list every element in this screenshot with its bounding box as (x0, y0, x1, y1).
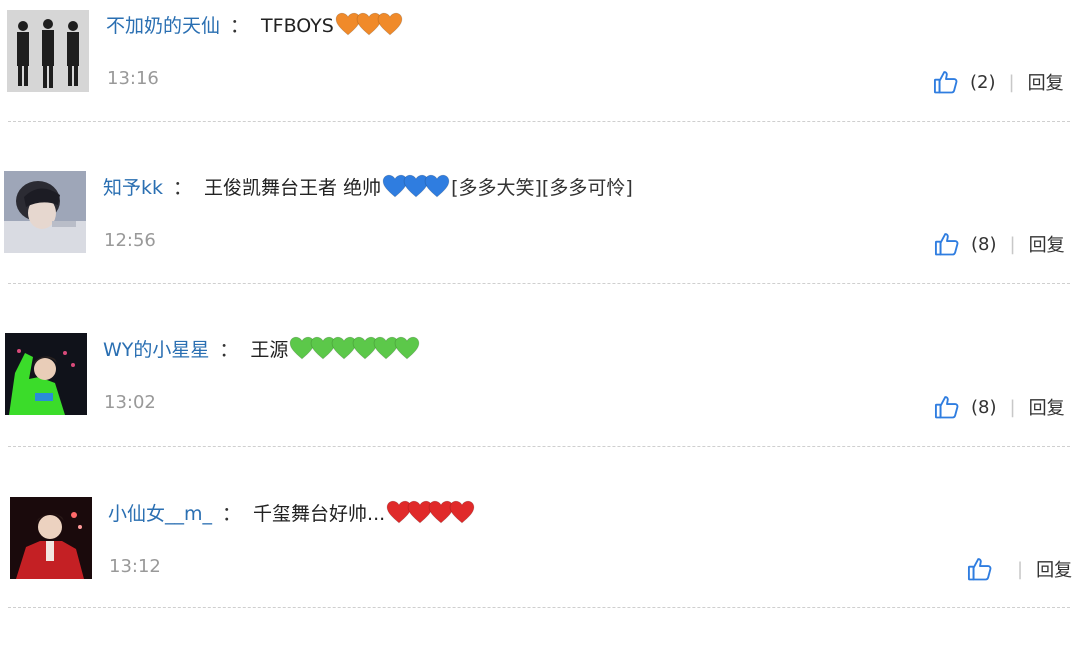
username-link[interactable]: 知予kk (103, 177, 163, 199)
thumbs-up-icon[interactable] (966, 555, 994, 583)
comment-actions: (8) | 回复 (933, 392, 1065, 422)
comment-body: 不加奶的天仙 ： TFBOYS (106, 12, 403, 43)
avatar[interactable] (7, 10, 89, 92)
divider (8, 607, 1070, 608)
divider (8, 446, 1070, 447)
divider (8, 283, 1070, 284)
reply-button[interactable]: 回复 (1028, 69, 1064, 95)
divider (8, 121, 1070, 122)
heart-emoji-group (386, 500, 475, 531)
comment-item: WY的小星星 ： 王源 13:02 (8) | 回复 (0, 324, 1080, 487)
comment-actions: | 回复 (966, 554, 1072, 584)
comment-time: 13:12 (109, 556, 161, 577)
separator: | (1008, 71, 1015, 93)
comment-body: WY的小星星 ： 王源 (103, 336, 420, 367)
comment-item: 知予kk ： 王俊凯舞台王者 绝帅 [多多大笑][多多可怜] 12:56 (8) | … (0, 162, 1080, 325)
comment-text: TFBOYS (261, 15, 334, 37)
heart-icon (377, 12, 403, 36)
reply-button[interactable]: 回复 (1029, 394, 1065, 420)
colon: ： (173, 177, 193, 199)
like-count: (2) (970, 71, 996, 93)
colon: ： (219, 339, 239, 361)
username-link[interactable]: 不加奶的天仙 (106, 15, 220, 37)
reply-button[interactable]: 回复 (1036, 556, 1072, 582)
username-link[interactable]: 小仙女__m_ (108, 503, 212, 525)
colon: ： (230, 15, 250, 37)
comment-time: 13:16 (107, 68, 159, 89)
avatar[interactable] (10, 497, 92, 579)
separator: | (1009, 396, 1016, 418)
colon: ： (222, 503, 242, 525)
comment-text: 千玺舞台好帅... (253, 503, 386, 525)
separator: | (1017, 558, 1024, 580)
comment-text: 王源 (250, 339, 289, 361)
sticker-text: [多多大笑][多多可怜] (451, 177, 633, 199)
like-count: (8) (971, 233, 997, 255)
username-link[interactable]: WY的小星星 (103, 339, 209, 361)
comment-body: 小仙女__m_ ： 千玺舞台好帅... (108, 500, 475, 531)
avatar[interactable] (5, 333, 87, 415)
like-count: (8) (971, 396, 997, 418)
comment-item: 小仙女__m_ ： 千玺舞台好帅... 13:12 | 回复 (0, 486, 1080, 649)
comment-item: 不加奶的天仙 ： TFBOYS 13:16 (2) | 回复 (0, 0, 1080, 163)
heart-icon (395, 336, 420, 360)
heart-emoji-group (335, 12, 403, 43)
thumbs-up-icon[interactable] (933, 393, 961, 421)
thumbs-up-icon[interactable] (932, 68, 960, 96)
comment-actions: (8) | 回复 (933, 229, 1065, 259)
heart-icon (449, 500, 475, 524)
avatar[interactable] (4, 171, 86, 253)
separator: | (1009, 233, 1016, 255)
comment-body: 知予kk ： 王俊凯舞台王者 绝帅 [多多大笑][多多可怜] (103, 174, 633, 205)
comment-time: 13:02 (104, 392, 156, 413)
comment-actions: (2) | 回复 (932, 67, 1064, 97)
heart-emoji-group (382, 174, 450, 205)
thumbs-up-icon[interactable] (933, 230, 961, 258)
heart-icon (424, 174, 450, 198)
comment-text: 王俊凯舞台王者 绝帅 (204, 177, 382, 199)
comment-time: 12:56 (104, 230, 156, 251)
heart-emoji-group (289, 336, 420, 367)
reply-button[interactable]: 回复 (1029, 231, 1065, 257)
